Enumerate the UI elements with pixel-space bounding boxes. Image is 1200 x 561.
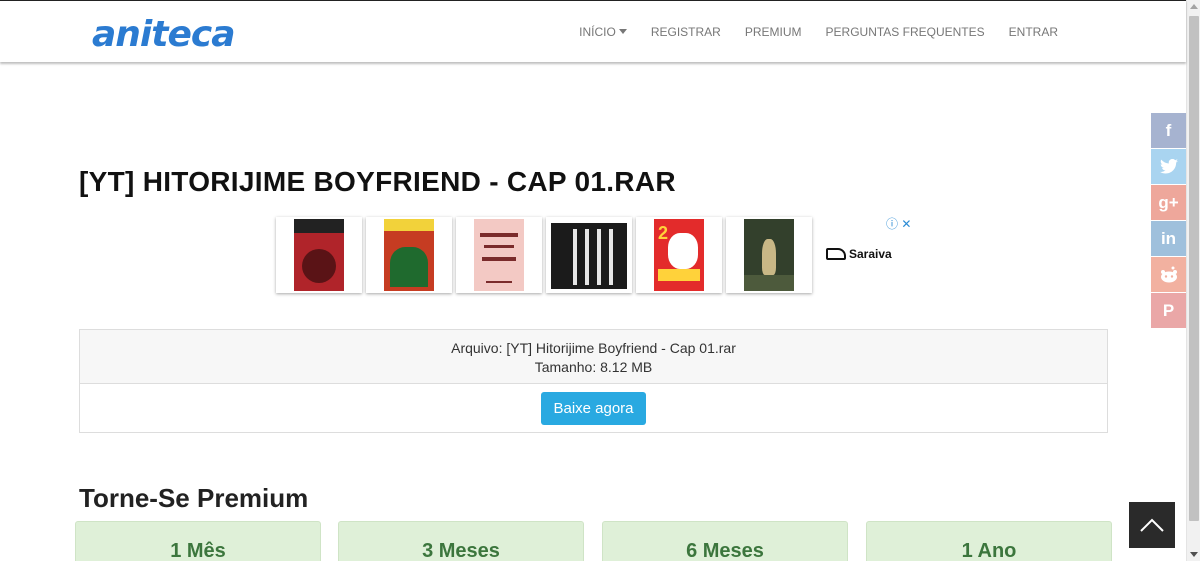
- ad-book[interactable]: 2: [636, 217, 722, 293]
- linkedin-icon[interactable]: in: [1151, 221, 1186, 256]
- saraiva-logo-icon: [826, 248, 846, 260]
- page-scrollbar[interactable]: [1186, 0, 1200, 561]
- file-name: Arquivo: [YT] Hitorijime Boyfriend - Cap…: [451, 340, 736, 356]
- ad-book[interactable]: [276, 217, 362, 293]
- book-cover: [384, 219, 434, 291]
- nav-item-registrar[interactable]: REGISTRAR: [639, 23, 733, 41]
- premium-heading: Torne-Se Premium: [79, 483, 309, 513]
- book-cover: [744, 219, 794, 291]
- chevron-up-icon: [1140, 518, 1164, 532]
- book-cover: [294, 219, 344, 291]
- download-button[interactable]: Baixe agora: [541, 391, 646, 425]
- ad-banner[interactable]: 2 Saraiva ⓘ ✕: [276, 217, 916, 295]
- plan-card-1-ano[interactable]: 1 Ano: [866, 521, 1112, 561]
- file-info-panel: Arquivo: [YT] Hitorijime Boyfriend - Cap…: [79, 329, 1108, 433]
- nav-item-premium[interactable]: PREMIUM: [733, 23, 814, 41]
- download-area: Baixe agora: [80, 384, 1107, 432]
- book-cover: [551, 219, 627, 291]
- site-header: aniteca INÍCIO REGISTRAR PREMIUM PERGUNT…: [0, 0, 1186, 62]
- scroll-down-icon[interactable]: [1190, 552, 1198, 557]
- file-details: Arquivo: [YT] Hitorijime Boyfriend - Cap…: [80, 330, 1107, 384]
- ad-book[interactable]: [366, 217, 452, 293]
- main-nav: INÍCIO REGISTRAR PREMIUM PERGUNTAS FREQU…: [567, 23, 1070, 41]
- twitter-icon[interactable]: [1151, 149, 1186, 184]
- nav-item-inicio[interactable]: INÍCIO: [567, 23, 639, 41]
- ad-book[interactable]: [456, 217, 542, 293]
- plan-card-1-mes[interactable]: 1 Mês: [75, 521, 321, 561]
- ad-brand[interactable]: Saraiva: [826, 247, 892, 261]
- facebook-icon[interactable]: f: [1151, 113, 1186, 148]
- pinterest-icon[interactable]: P: [1151, 293, 1186, 328]
- page: aniteca INÍCIO REGISTRAR PREMIUM PERGUNT…: [0, 0, 1200, 561]
- caret-down-icon: [618, 29, 627, 34]
- scroll-up-icon[interactable]: [1190, 4, 1198, 9]
- google-plus-icon[interactable]: g+: [1151, 185, 1186, 220]
- book-cover: 2: [654, 219, 704, 291]
- plan-card-3-meses[interactable]: 3 Meses: [338, 521, 584, 561]
- page-title: [YT] HITORIJIME BOYFRIEND - CAP 01.RAR: [79, 166, 676, 197]
- book-cover: [474, 219, 524, 291]
- plan-card-6-meses[interactable]: 6 Meses: [602, 521, 848, 561]
- site-logo[interactable]: aniteca: [92, 13, 236, 57]
- file-size: Tamanho: 8.12 MB: [534, 359, 653, 375]
- nav-item-entrar[interactable]: ENTRAR: [997, 23, 1070, 41]
- back-to-top-button[interactable]: [1129, 502, 1175, 548]
- ad-close-icon[interactable]: ⓘ ✕: [886, 217, 911, 231]
- social-share-bar: f g+ in P: [1151, 113, 1186, 329]
- ad-book[interactable]: [726, 217, 812, 293]
- ad-brand-label: Saraiva: [849, 247, 892, 261]
- nav-item-label: INÍCIO: [579, 25, 616, 39]
- nav-item-faq[interactable]: PERGUNTAS FREQUENTES: [814, 23, 997, 41]
- ad-book[interactable]: [546, 217, 632, 293]
- reddit-icon[interactable]: [1151, 257, 1186, 292]
- scroll-thumb[interactable]: [1189, 16, 1199, 521]
